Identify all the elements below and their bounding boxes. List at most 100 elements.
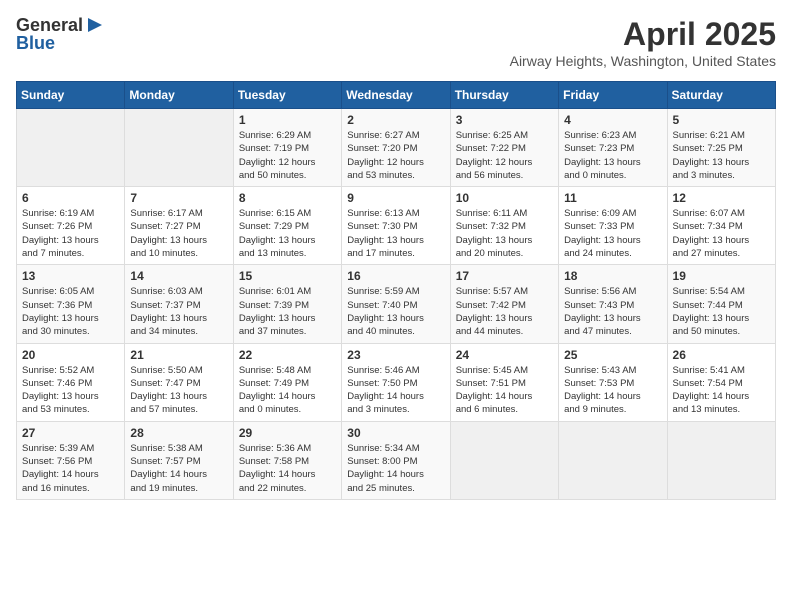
day-number: 27	[22, 426, 119, 440]
day-info: Sunrise: 5:54 AM Sunset: 7:44 PM Dayligh…	[673, 285, 770, 338]
calendar-week-row: 1 Sunrise: 6:29 AM Sunset: 7:19 PM Daylig…	[17, 109, 776, 187]
day-info: Sunrise: 6:25 AM Sunset: 7:22 PM Dayligh…	[456, 129, 553, 182]
day-number: 30	[347, 426, 444, 440]
table-row: 16 Sunrise: 5:59 AM Sunset: 7:40 PM Dayli…	[342, 265, 450, 343]
day-number: 8	[239, 191, 336, 205]
day-number: 23	[347, 348, 444, 362]
table-row: 3 Sunrise: 6:25 AM Sunset: 7:22 PM Daylig…	[450, 109, 558, 187]
day-number: 28	[130, 426, 227, 440]
day-info: Sunrise: 5:52 AM Sunset: 7:46 PM Dayligh…	[22, 364, 119, 417]
day-info: Sunrise: 6:17 AM Sunset: 7:27 PM Dayligh…	[130, 207, 227, 260]
table-row	[450, 421, 558, 499]
calendar-header-row: Sunday Monday Tuesday Wednesday Thursday…	[17, 82, 776, 109]
calendar-week-row: 20 Sunrise: 5:52 AM Sunset: 7:46 PM Dayli…	[17, 343, 776, 421]
day-info: Sunrise: 5:45 AM Sunset: 7:51 PM Dayligh…	[456, 364, 553, 417]
day-number: 29	[239, 426, 336, 440]
logo-blue-text: Blue	[16, 34, 55, 52]
logo: General Blue	[16, 16, 102, 52]
day-number: 1	[239, 113, 336, 127]
col-tuesday: Tuesday	[233, 82, 341, 109]
calendar-week-row: 6 Sunrise: 6:19 AM Sunset: 7:26 PM Daylig…	[17, 187, 776, 265]
col-wednesday: Wednesday	[342, 82, 450, 109]
table-row	[667, 421, 775, 499]
day-number: 20	[22, 348, 119, 362]
col-thursday: Thursday	[450, 82, 558, 109]
day-number: 11	[564, 191, 661, 205]
day-info: Sunrise: 5:38 AM Sunset: 7:57 PM Dayligh…	[130, 442, 227, 495]
logo-triangle-icon	[84, 16, 102, 34]
day-number: 13	[22, 269, 119, 283]
table-row: 17Sunrise: 5:57 AM Sunset: 7:42 PM Dayli…	[450, 265, 558, 343]
day-number: 14	[130, 269, 227, 283]
table-row: 15Sunrise: 6:01 AM Sunset: 7:39 PM Dayli…	[233, 265, 341, 343]
day-number: 22	[239, 348, 336, 362]
page-header: General Blue April 2025 Airway Heights, …	[16, 16, 776, 69]
day-info: Sunrise: 6:05 AM Sunset: 7:36 PM Dayligh…	[22, 285, 119, 338]
day-info: Sunrise: 6:27 AM Sunset: 7:20 PM Dayligh…	[347, 129, 444, 182]
table-row: 23 Sunrise: 5:46 AM Sunset: 7:50 PM Dayli…	[342, 343, 450, 421]
table-row	[125, 109, 233, 187]
logo-general-text: General	[16, 16, 83, 34]
col-monday: Monday	[125, 82, 233, 109]
day-info: Sunrise: 5:34 AM Sunset: 8:00 PM Dayligh…	[347, 442, 444, 495]
table-row: 2 Sunrise: 6:27 AM Sunset: 7:20 PM Daylig…	[342, 109, 450, 187]
day-number: 9	[347, 191, 444, 205]
table-row: 9Sunrise: 6:13 AM Sunset: 7:30 PM Daylig…	[342, 187, 450, 265]
day-number: 25	[564, 348, 661, 362]
day-info: Sunrise: 6:29 AM Sunset: 7:19 PM Dayligh…	[239, 129, 336, 182]
table-row: 10Sunrise: 6:11 AM Sunset: 7:32 PM Dayli…	[450, 187, 558, 265]
table-row: 18Sunrise: 5:56 AM Sunset: 7:43 PM Dayli…	[559, 265, 667, 343]
day-number: 6	[22, 191, 119, 205]
table-row: 27 Sunrise: 5:39 AM Sunset: 7:56 PM Dayli…	[17, 421, 125, 499]
title-area: April 2025 Airway Heights, Washington, U…	[510, 16, 776, 69]
table-row: 11Sunrise: 6:09 AM Sunset: 7:33 PM Dayli…	[559, 187, 667, 265]
day-number: 3	[456, 113, 553, 127]
table-row: 4Sunrise: 6:23 AM Sunset: 7:23 PM Daylig…	[559, 109, 667, 187]
col-saturday: Saturday	[667, 82, 775, 109]
day-info: Sunrise: 5:41 AM Sunset: 7:54 PM Dayligh…	[673, 364, 770, 417]
day-info: Sunrise: 5:48 AM Sunset: 7:49 PM Dayligh…	[239, 364, 336, 417]
day-number: 5	[673, 113, 770, 127]
day-info: Sunrise: 6:23 AM Sunset: 7:23 PM Dayligh…	[564, 129, 661, 182]
table-row: 20 Sunrise: 5:52 AM Sunset: 7:46 PM Dayli…	[17, 343, 125, 421]
table-row: 13 Sunrise: 6:05 AM Sunset: 7:36 PM Dayli…	[17, 265, 125, 343]
table-row: 29 Sunrise: 5:36 AM Sunset: 7:58 PM Dayli…	[233, 421, 341, 499]
day-info: Sunrise: 5:46 AM Sunset: 7:50 PM Dayligh…	[347, 364, 444, 417]
day-number: 19	[673, 269, 770, 283]
table-row	[559, 421, 667, 499]
table-row: 6 Sunrise: 6:19 AM Sunset: 7:26 PM Daylig…	[17, 187, 125, 265]
table-row: 5 Sunrise: 6:21 AM Sunset: 7:25 PM Daylig…	[667, 109, 775, 187]
day-number: 16	[347, 269, 444, 283]
sub-title: Airway Heights, Washington, United State…	[510, 53, 776, 69]
day-info: Sunrise: 6:19 AM Sunset: 7:26 PM Dayligh…	[22, 207, 119, 260]
col-friday: Friday	[559, 82, 667, 109]
day-number: 26	[673, 348, 770, 362]
table-row: 25 Sunrise: 5:43 AM Sunset: 7:53 PM Dayli…	[559, 343, 667, 421]
table-row: 14 Sunrise: 6:03 AM Sunset: 7:37 PM Dayli…	[125, 265, 233, 343]
day-info: Sunrise: 5:39 AM Sunset: 7:56 PM Dayligh…	[22, 442, 119, 495]
table-row: 22 Sunrise: 5:48 AM Sunset: 7:49 PM Dayli…	[233, 343, 341, 421]
table-row: 7 Sunrise: 6:17 AM Sunset: 7:27 PM Daylig…	[125, 187, 233, 265]
day-info: Sunrise: 6:15 AM Sunset: 7:29 PM Dayligh…	[239, 207, 336, 260]
day-number: 2	[347, 113, 444, 127]
day-info: Sunrise: 6:03 AM Sunset: 7:37 PM Dayligh…	[130, 285, 227, 338]
day-info: Sunrise: 5:36 AM Sunset: 7:58 PM Dayligh…	[239, 442, 336, 495]
table-row: 8 Sunrise: 6:15 AM Sunset: 7:29 PM Daylig…	[233, 187, 341, 265]
day-number: 17	[456, 269, 553, 283]
day-info: Sunrise: 6:07 AM Sunset: 7:34 PM Dayligh…	[673, 207, 770, 260]
day-info: Sunrise: 6:01 AM Sunset: 7:39 PM Dayligh…	[239, 285, 336, 338]
calendar-week-row: 27 Sunrise: 5:39 AM Sunset: 7:56 PM Dayli…	[17, 421, 776, 499]
day-info: Sunrise: 6:21 AM Sunset: 7:25 PM Dayligh…	[673, 129, 770, 182]
day-info: Sunrise: 5:59 AM Sunset: 7:40 PM Dayligh…	[347, 285, 444, 338]
table-row: 30 Sunrise: 5:34 AM Sunset: 8:00 PM Dayli…	[342, 421, 450, 499]
day-info: Sunrise: 6:11 AM Sunset: 7:32 PM Dayligh…	[456, 207, 553, 260]
day-info: Sunrise: 5:56 AM Sunset: 7:43 PM Dayligh…	[564, 285, 661, 338]
table-row	[17, 109, 125, 187]
calendar-week-row: 13 Sunrise: 6:05 AM Sunset: 7:36 PM Dayli…	[17, 265, 776, 343]
main-title: April 2025	[510, 16, 776, 53]
day-number: 7	[130, 191, 227, 205]
day-info: Sunrise: 5:43 AM Sunset: 7:53 PM Dayligh…	[564, 364, 661, 417]
col-sunday: Sunday	[17, 82, 125, 109]
calendar-table: Sunday Monday Tuesday Wednesday Thursday…	[16, 81, 776, 500]
day-number: 24	[456, 348, 553, 362]
